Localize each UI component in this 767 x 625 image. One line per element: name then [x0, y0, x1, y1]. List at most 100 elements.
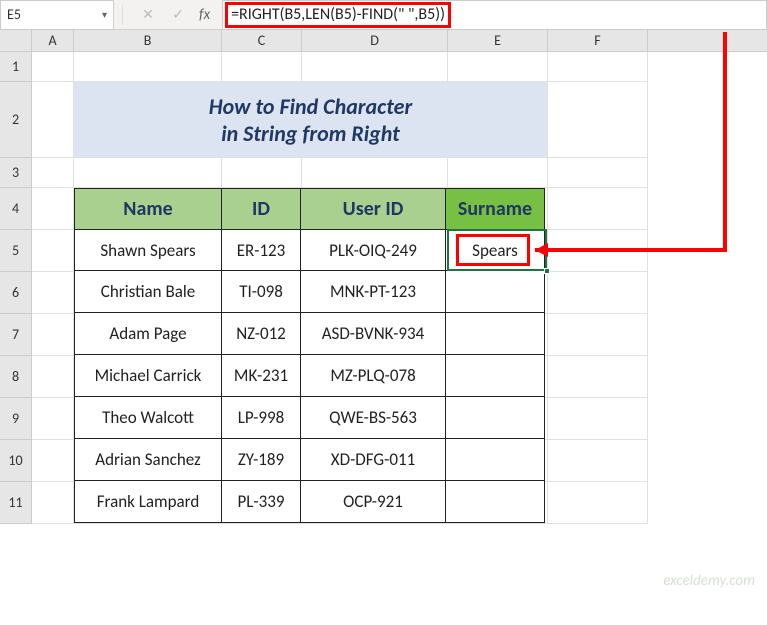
- col-header-d[interactable]: D: [302, 30, 448, 51]
- select-all-corner[interactable]: [0, 30, 32, 51]
- cell[interactable]: [32, 314, 74, 356]
- col-header-b[interactable]: B: [74, 30, 222, 51]
- cancel-icon[interactable]: ✕: [139, 6, 157, 24]
- cell[interactable]: [548, 440, 648, 482]
- cell[interactable]: [548, 158, 648, 188]
- cell[interactable]: [222, 52, 302, 82]
- cell[interactable]: [448, 52, 548, 82]
- cell[interactable]: [548, 356, 648, 398]
- col-header-f[interactable]: F: [548, 30, 648, 51]
- cell[interactable]: [74, 158, 222, 188]
- cell-id[interactable]: ER-123: [221, 229, 301, 271]
- cell-name[interactable]: Adam Page: [74, 312, 222, 355]
- th-name[interactable]: Name: [74, 188, 222, 230]
- cell[interactable]: [548, 314, 648, 356]
- cell-name[interactable]: Adrian Sanchez: [74, 438, 222, 481]
- cell[interactable]: [548, 188, 648, 230]
- cell[interactable]: [302, 158, 448, 188]
- cell[interactable]: [32, 482, 74, 524]
- cell[interactable]: [448, 158, 548, 188]
- cell[interactable]: [548, 82, 648, 158]
- data-table: Shawn Spears ER-123 PLK-OIQ-249 Spears C…: [74, 229, 545, 523]
- formula-text: =RIGHT(B5,LEN(B5)-FIND(" ",B5)): [231, 5, 445, 25]
- cell-surname[interactable]: [445, 396, 545, 439]
- table-row: Frank Lampard PL-339 OCP-921: [74, 481, 545, 523]
- cell-name[interactable]: Frank Lampard: [74, 480, 222, 523]
- formula-buttons: ✕ ✓ fx: [114, 5, 222, 25]
- table-row: Adrian Sanchez ZY-189 XD-DFG-011: [74, 439, 545, 481]
- cell-userid[interactable]: OCP-921: [300, 480, 446, 523]
- cell-userid[interactable]: ASD-BVNK-934: [300, 312, 446, 355]
- row-header-10[interactable]: 10: [0, 440, 32, 482]
- row-header-5[interactable]: 5: [0, 230, 32, 272]
- cell-id[interactable]: TI-098: [221, 270, 301, 313]
- row-header-9[interactable]: 9: [0, 398, 32, 440]
- name-box[interactable]: E5 ▾: [0, 0, 114, 30]
- cell-userid[interactable]: PLK-OIQ-249: [300, 229, 446, 271]
- th-userid[interactable]: User ID: [300, 188, 446, 230]
- cell-userid[interactable]: MZ-PLQ-078: [300, 354, 446, 397]
- cell[interactable]: [32, 230, 74, 272]
- cell-surname[interactable]: [445, 270, 545, 313]
- cell-surname[interactable]: [445, 312, 545, 355]
- confirm-icon[interactable]: ✓: [169, 6, 187, 24]
- name-box-dropdown-icon[interactable]: ▾: [102, 8, 107, 21]
- cell[interactable]: [32, 356, 74, 398]
- col-header-e[interactable]: E: [448, 30, 548, 51]
- cell-name[interactable]: Theo Walcott: [74, 396, 222, 439]
- row-header-8[interactable]: 8: [0, 356, 32, 398]
- col-header-a[interactable]: A: [32, 30, 74, 51]
- row-header-11[interactable]: 11: [0, 482, 32, 524]
- cell[interactable]: [548, 272, 648, 314]
- cell[interactable]: [32, 398, 74, 440]
- cell-id[interactable]: PL-339: [221, 480, 301, 523]
- cell-surname[interactable]: [445, 438, 545, 481]
- sheet-body: 1 2 3 4 5 6 7 8 9 10 11: [0, 52, 767, 524]
- fx-icon[interactable]: fx: [199, 6, 210, 24]
- cell-surname[interactable]: Spears: [445, 229, 545, 271]
- title-line1: How to Find Character: [209, 93, 412, 120]
- cell[interactable]: [32, 188, 74, 230]
- cell-id[interactable]: ZY-189: [221, 438, 301, 481]
- th-id[interactable]: ID: [221, 188, 301, 230]
- row-header-2[interactable]: 2: [0, 82, 32, 158]
- watermark: exceldemy.com: [663, 572, 755, 590]
- cell[interactable]: [548, 482, 648, 524]
- row-header-3[interactable]: 3: [0, 158, 32, 188]
- table-row: Shawn Spears ER-123 PLK-OIQ-249 Spears: [74, 229, 545, 271]
- cell[interactable]: [32, 440, 74, 482]
- cell[interactable]: [74, 52, 222, 82]
- cell-userid[interactable]: MNK-PT-123: [300, 270, 446, 313]
- cell-name[interactable]: Christian Bale: [74, 270, 222, 313]
- cell[interactable]: [32, 272, 74, 314]
- cell[interactable]: [548, 52, 648, 82]
- cell[interactable]: [32, 52, 74, 82]
- cell[interactable]: [32, 158, 74, 188]
- cell-id[interactable]: NZ-012: [221, 312, 301, 355]
- row-header-4[interactable]: 4: [0, 188, 32, 230]
- column-headers: A B C D E F: [0, 30, 767, 52]
- cell-name[interactable]: Michael Carrick: [74, 354, 222, 397]
- cell[interactable]: [302, 52, 448, 82]
- cells-area[interactable]: How to Find Character in String from Rig…: [32, 52, 767, 524]
- formula-input[interactable]: =RIGHT(B5,LEN(B5)-FIND(" ",B5)): [222, 0, 767, 30]
- cell[interactable]: [32, 82, 74, 158]
- title-cell[interactable]: How to Find Character in String from Rig…: [74, 82, 548, 158]
- cell-surname[interactable]: [445, 354, 545, 397]
- cell-userid[interactable]: QWE-BS-563: [300, 396, 446, 439]
- row-header-1[interactable]: 1: [0, 52, 32, 82]
- cell[interactable]: [222, 158, 302, 188]
- cell[interactable]: [548, 398, 648, 440]
- row-header-7[interactable]: 7: [0, 314, 32, 356]
- col-header-c[interactable]: C: [222, 30, 302, 51]
- divider: [122, 5, 123, 25]
- cell-surname[interactable]: [445, 480, 545, 523]
- cell[interactable]: [548, 230, 648, 272]
- fill-handle[interactable]: [544, 268, 550, 274]
- cell-userid[interactable]: XD-DFG-011: [300, 438, 446, 481]
- cell-name[interactable]: Shawn Spears: [74, 229, 222, 271]
- cell-id[interactable]: LP-998: [221, 396, 301, 439]
- th-surname[interactable]: Surname: [445, 188, 545, 230]
- row-header-6[interactable]: 6: [0, 272, 32, 314]
- cell-id[interactable]: MK-231: [221, 354, 301, 397]
